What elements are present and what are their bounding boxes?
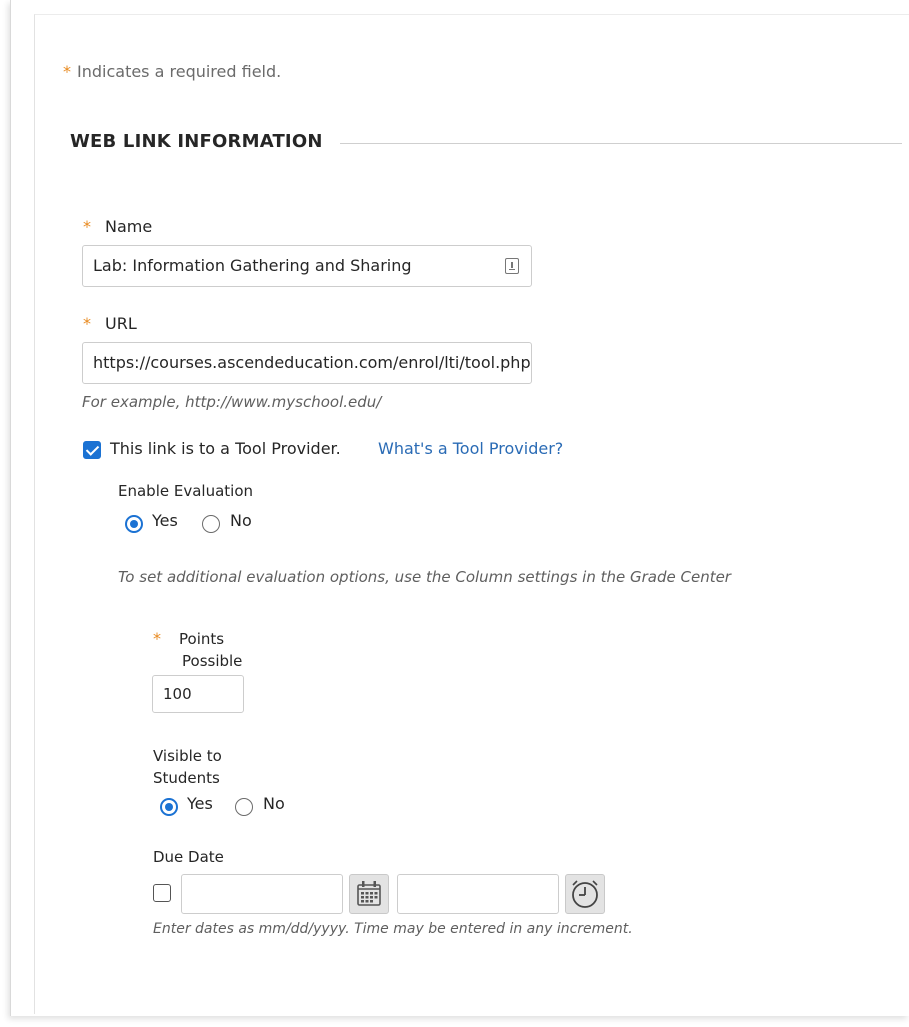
visible-to-students-label: Visible to Students: [153, 745, 222, 789]
enable-evaluation-no-radio[interactable]: [202, 515, 220, 533]
visible-no-radio[interactable]: [235, 798, 253, 816]
required-star-icon: *: [83, 217, 91, 236]
clock-button[interactable]: [565, 874, 605, 914]
points-label-line1: Points: [179, 630, 225, 648]
tool-provider-checkbox[interactable]: [83, 441, 101, 459]
clock-icon: [572, 880, 598, 908]
name-input-value: Lab: Information Gathering and Sharing: [93, 256, 412, 275]
due-date-label: Due Date: [153, 848, 224, 866]
tool-provider-label: This link is to a Tool Provider.: [110, 439, 341, 458]
name-label-text: Name: [105, 217, 153, 236]
points-possible-input[interactable]: 100: [152, 675, 244, 713]
spellcheck-icon[interactable]: [505, 258, 519, 274]
enable-evaluation-label: Enable Evaluation: [118, 482, 254, 500]
url-example: For example, http://www.myschool.edu/: [82, 393, 382, 411]
url-input-value: https://courses.ascendeducation.com/enro…: [93, 353, 532, 372]
enable-evaluation-no-label[interactable]: No: [230, 511, 252, 530]
due-date-checkbox[interactable]: [153, 884, 171, 902]
visible-yes-label[interactable]: Yes: [187, 794, 213, 813]
required-star-icon: *: [63, 62, 71, 81]
required-star-icon: *: [153, 629, 161, 648]
points-possible-label: * Points Possible: [153, 628, 242, 672]
points-label-line2: Possible: [182, 652, 243, 670]
calendar-button[interactable]: [349, 874, 389, 914]
section-divider: [340, 143, 902, 144]
required-note: * Indicates a required field.: [63, 62, 281, 81]
enable-evaluation-yes-label[interactable]: Yes: [152, 511, 178, 530]
evaluation-note: To set additional evaluation options, us…: [118, 568, 731, 586]
url-input[interactable]: https://courses.ascendeducation.com/enro…: [82, 342, 532, 384]
visible-yes-radio[interactable]: [160, 798, 178, 816]
visible-no-label[interactable]: No: [263, 794, 285, 813]
enable-evaluation-yes-radio[interactable]: [125, 515, 143, 533]
name-label: * Name: [83, 217, 152, 236]
tool-provider-help-link[interactable]: What's a Tool Provider?: [378, 439, 563, 458]
url-label-text: URL: [105, 314, 137, 333]
visible-label-line2: Students: [153, 769, 220, 787]
due-time-input[interactable]: [397, 874, 559, 914]
section-title: WEB LINK INFORMATION: [70, 131, 323, 152]
url-label: * URL: [83, 314, 137, 333]
due-date-input[interactable]: [181, 874, 343, 914]
name-input[interactable]: Lab: Information Gathering and Sharing: [82, 245, 532, 287]
due-date-hint: Enter dates as mm/dd/yyyy. Time may be e…: [153, 921, 633, 937]
points-possible-value: 100: [163, 685, 192, 703]
required-star-icon: *: [83, 314, 91, 333]
required-note-text: Indicates a required field.: [77, 62, 282, 81]
visible-label-line1: Visible to: [153, 747, 222, 765]
calendar-icon: [357, 881, 381, 906]
